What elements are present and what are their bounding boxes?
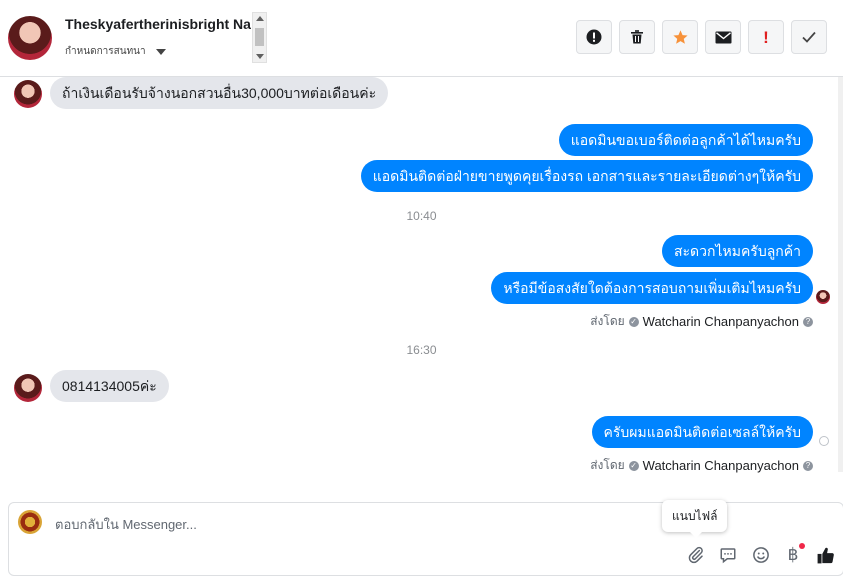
saved-reply-button[interactable]	[718, 545, 738, 565]
help-icon[interactable]: ?	[803, 316, 813, 327]
timestamp-separator: 10:40	[406, 209, 437, 223]
send-like-button[interactable]	[815, 545, 835, 565]
outgoing-message[interactable]: แอดมินขอเบอร์ติดต่อลูกค้าได้ไหมครับ	[558, 124, 813, 156]
help-icon[interactable]: ?	[803, 460, 813, 471]
contact-avatar-small	[14, 374, 42, 402]
star-button[interactable]	[662, 20, 698, 54]
sent-by-line: ส่งโดย ✓ Watcharin Chanpanyachon ?	[590, 456, 813, 475]
assign-conversation-label: กำหนดการสนทนา	[65, 46, 146, 57]
name-scrollbar[interactable]	[252, 12, 267, 63]
outgoing-message[interactable]: สะดวกไหมครับลูกค้า	[661, 235, 813, 267]
mark-spam-button[interactable]	[576, 20, 612, 54]
thread-scrollbar[interactable]	[838, 77, 843, 472]
page-avatar	[18, 510, 42, 534]
trash-icon	[631, 30, 643, 44]
message-thread[interactable]: ถ้าเงินเดือนรับจ้างนอกสวนอื่น30,000บาทต่…	[0, 77, 843, 500]
contact-avatar[interactable]	[8, 16, 52, 60]
timestamp-separator: 16:30	[406, 343, 437, 357]
incoming-message[interactable]: ถ้าเงินเดือนรับจ้างนอกสวนอื่น30,000บาทต่…	[50, 77, 389, 109]
sent-by-line: ส่งโดย ✓ Watcharin Chanpanyachon ?	[590, 312, 813, 331]
emoji-icon	[753, 547, 769, 563]
assign-conversation-dropdown[interactable]: กำหนดการสนทนา	[65, 44, 166, 59]
delete-button[interactable]	[619, 20, 655, 54]
agent-icon: ✓	[628, 316, 639, 327]
seen-avatar	[816, 290, 830, 304]
delivered-check-icon	[819, 436, 829, 446]
mark-done-button[interactable]	[791, 20, 827, 54]
outgoing-message[interactable]: หรือมีข้อสงสัยใดต้องการสอบถามเพิ่มเติมไห…	[491, 272, 813, 304]
check-icon	[802, 31, 816, 43]
mark-unread-button[interactable]	[705, 20, 741, 54]
sent-by-prefix: ส่งโดย	[590, 314, 625, 328]
baht-icon: ฿	[787, 545, 799, 565]
saved-reply-icon	[720, 548, 736, 564]
contact-avatar-small	[14, 80, 42, 108]
paperclip-icon	[688, 546, 703, 564]
notification-dot	[799, 543, 805, 549]
like-icon	[817, 547, 834, 563]
scrollbar-thumb[interactable]	[255, 28, 264, 46]
mail-icon	[715, 31, 731, 43]
agent-name[interactable]: Watcharin Chanpanyachon	[643, 458, 799, 473]
outgoing-message[interactable]: แอดมินติดต่อฝ่ายขายพูดคุยเรื่องรถ เอกสาร…	[360, 160, 813, 192]
scroll-down-arrow-icon[interactable]	[256, 54, 264, 59]
conversation-header: Theskyafertherinisbright Nat กำหนดการสนท…	[0, 0, 843, 77]
attach-file-tooltip: แนบไฟล์	[662, 500, 728, 538]
important-icon: !	[763, 27, 769, 47]
agent-icon: ✓	[628, 460, 639, 471]
star-icon	[672, 29, 688, 44]
incoming-message[interactable]: 0814134005ค่ะ	[50, 370, 169, 402]
chevron-down-icon	[155, 48, 166, 55]
scroll-up-arrow-icon[interactable]	[256, 16, 264, 21]
sent-by-prefix: ส่งโดย	[590, 458, 625, 472]
mark-important-button[interactable]: !	[748, 20, 784, 54]
spam-icon	[586, 29, 602, 45]
reply-input[interactable]	[53, 516, 637, 533]
contact-name[interactable]: Theskyafertherinisbright Nat	[65, 16, 251, 32]
outgoing-message[interactable]: ครับผมแอดมินติดต่อเซลล์ให้ครับ	[591, 416, 813, 448]
agent-name[interactable]: Watcharin Chanpanyachon	[643, 314, 799, 329]
attach-file-button[interactable]	[686, 545, 706, 565]
emoji-button[interactable]	[751, 545, 771, 565]
